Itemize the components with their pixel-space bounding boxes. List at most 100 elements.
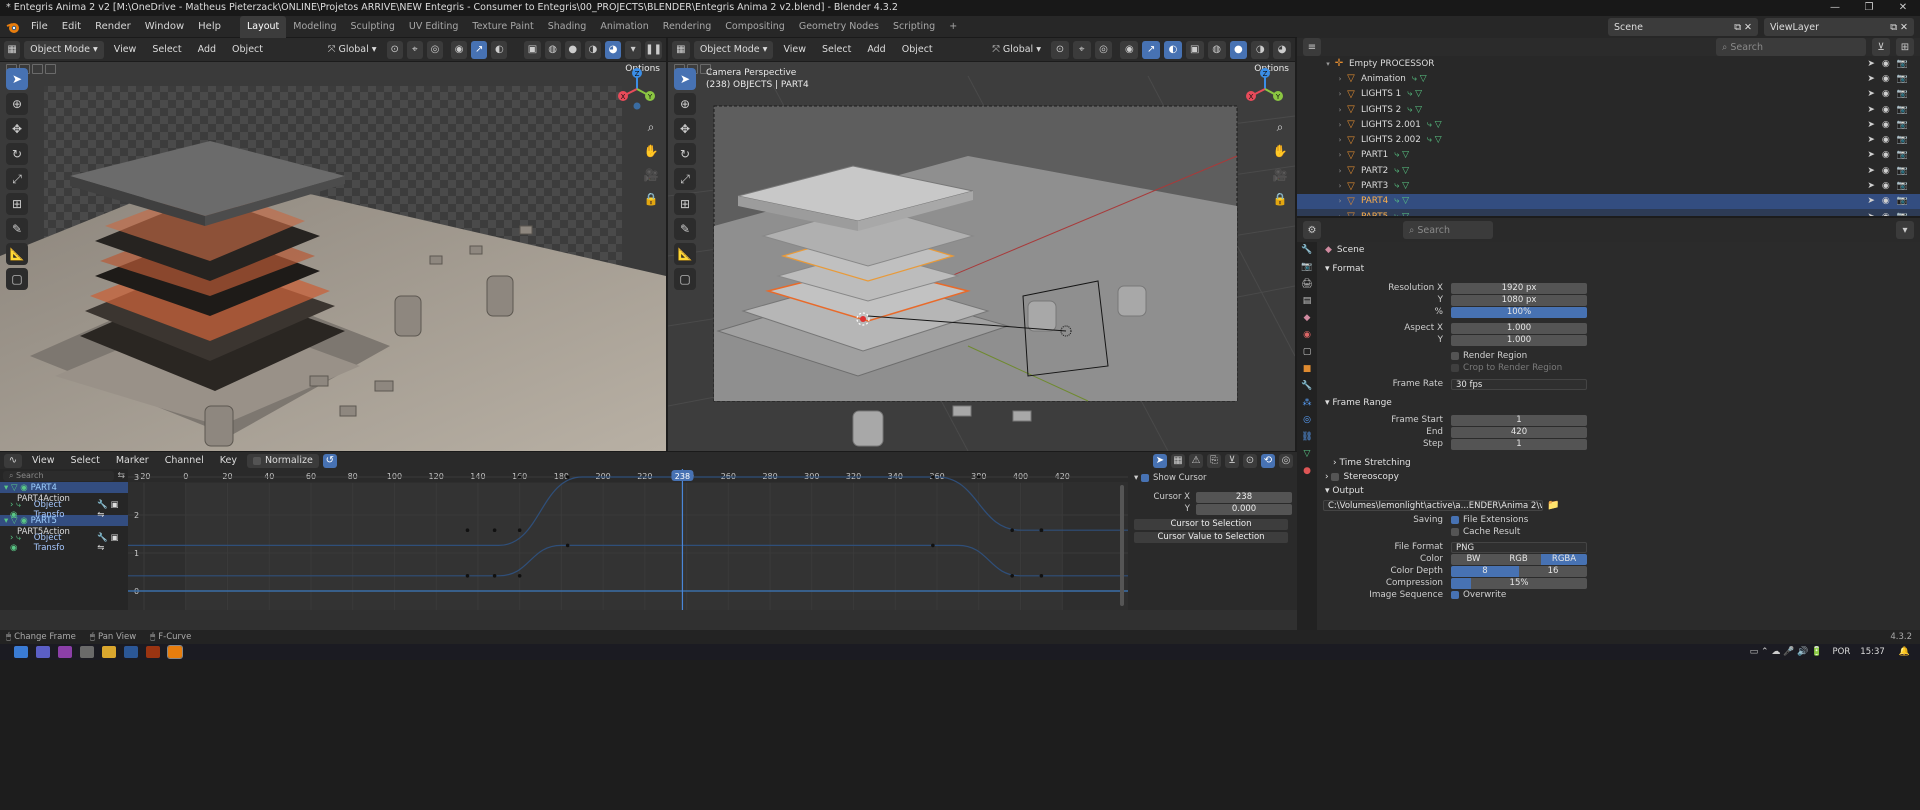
render-camera-icon[interactable]: 📷	[1897, 120, 1908, 130]
channel-row[interactable]: › ⤷ ◉ Object Transfo 🔧 ▣ ⇋	[0, 533, 128, 553]
xray-icon[interactable]: ▣	[1185, 40, 1204, 59]
cursor-x-field[interactable]: 238	[1196, 491, 1292, 503]
menu-add[interactable]: Add	[192, 41, 222, 59]
viewport-left[interactable]: ▦ Object Mode ▾ View Select Add Object ⤧…	[0, 38, 666, 451]
render-camera-icon[interactable]: 📷	[1897, 181, 1908, 191]
view-layer-tab-icon[interactable]: ▤	[1297, 293, 1317, 310]
object-tab-icon[interactable]: ■	[1297, 361, 1317, 378]
select-toggle-icon[interactable]: ➤	[1867, 74, 1875, 84]
shading-material-icon[interactable]: ◑	[1251, 40, 1270, 59]
color-depth-16-button[interactable]: 16	[1519, 565, 1587, 577]
menu-file[interactable]: File	[24, 16, 55, 38]
visibility-eye-icon[interactable]: ◉	[1882, 59, 1890, 69]
ge-menu-select[interactable]: Select	[65, 452, 106, 470]
render-region-checkbox[interactable]	[1451, 352, 1459, 360]
viewport-right[interactable]: ▦ Object Mode ▾ View Select Add Object ⤧…	[668, 38, 1295, 451]
shading-solid-icon[interactable]: ●	[1229, 40, 1248, 59]
menu-view[interactable]: View	[777, 41, 812, 59]
mesh-data-icon[interactable]: ⤷ ▽	[1394, 181, 1409, 191]
compression-slider[interactable]: 15%	[1451, 577, 1587, 589]
editor-type-icon[interactable]: ▦	[672, 40, 690, 59]
output-tab-icon[interactable]: 🖨	[1297, 276, 1317, 293]
editor-type-icon[interactable]: ▦	[4, 40, 21, 59]
zoom-icon[interactable]: ⌕	[1269, 116, 1291, 138]
normalize-refresh-icon[interactable]: ↺	[322, 453, 337, 468]
expand-arrow-icon[interactable]: ›	[1335, 106, 1345, 114]
clock[interactable]: 15:37	[1860, 647, 1885, 657]
channel-modifier-icons[interactable]: 🔧 ▣ ⇋	[97, 500, 128, 520]
constraints-tab-icon[interactable]: ⛓	[1297, 429, 1317, 446]
add-workspace-button[interactable]: +	[942, 16, 964, 38]
shading-wireframe-icon[interactable]: ◍	[1207, 40, 1226, 59]
blender-logo-icon[interactable]	[6, 20, 20, 34]
mesh-data-icon[interactable]: ⤷ ▽	[1407, 105, 1422, 115]
frame-range-panel-header[interactable]: ▾ Frame Range	[1319, 396, 1917, 410]
maximize-button[interactable]: ❐	[1852, 0, 1886, 16]
outliner-row[interactable]: › ▽ LIGHTS 1 ⤷ ▽ ➤ ◉ 📷	[1297, 87, 1920, 102]
world-tab-icon[interactable]: ◉	[1297, 327, 1317, 344]
snap-icon[interactable]: ⌖	[1072, 40, 1091, 59]
menu-object[interactable]: Object	[226, 41, 269, 59]
expand-arrow-icon[interactable]: ›	[1335, 90, 1345, 98]
outliner-row[interactable]: › ▽ Animation ⤷ ▽ ➤ ◉ 📷	[1297, 71, 1920, 86]
shading-rendered-icon[interactable]: ◕	[604, 40, 622, 59]
shading-material-icon[interactable]: ◑	[584, 40, 601, 59]
select-intersect-icon[interactable]	[45, 64, 56, 74]
channel-icons[interactable]: ▾ ▽ ◉	[4, 516, 28, 526]
annotate-tool-icon[interactable]: ✎	[6, 218, 28, 240]
menu-edit[interactable]: Edit	[55, 16, 88, 38]
render-camera-icon[interactable]: 📷	[1897, 196, 1908, 206]
file-extensions-checkbox[interactable]	[1451, 516, 1459, 524]
menu-select[interactable]: Select	[146, 41, 187, 59]
outliner-row[interactable]: ▾ ✛ Empty PROCESSOR ➤ ◉ 📷	[1297, 56, 1920, 71]
select-toggle-icon[interactable]: ➤	[1867, 135, 1875, 145]
start-icon[interactable]	[14, 646, 28, 658]
mesh-data-icon[interactable]: ⤷ ▽	[1394, 196, 1409, 206]
tab-sculpting[interactable]: Sculpting	[343, 16, 401, 38]
mesh-data-icon[interactable]: ⤷ ▽	[1407, 89, 1422, 99]
channel-row[interactable]: › ⤷ ◉ Object Transfo 🔧 ▣ ⇋	[0, 500, 128, 520]
swap-icon[interactable]: ⇆	[117, 471, 125, 481]
visibility-eye-icon[interactable]: ◉	[1882, 105, 1890, 115]
render-camera-icon[interactable]: 📷	[1897, 89, 1908, 99]
tab-texture-paint[interactable]: Texture Paint	[465, 16, 540, 38]
select-toggle-icon[interactable]: ➤	[1867, 196, 1875, 206]
auto-snap-icon[interactable]: ⟲	[1261, 453, 1275, 468]
visibility-eye-icon[interactable]: ◉	[1882, 166, 1890, 176]
tab-geometry-nodes[interactable]: Geometry Nodes	[792, 16, 886, 38]
channel-icons[interactable]: ▾ ▽ ◉	[4, 483, 28, 493]
teams-icon[interactable]	[36, 646, 50, 658]
options-icon[interactable]: ▾	[1896, 221, 1914, 239]
gizmo-toggle-icon[interactable]: ↗	[471, 40, 488, 59]
blender-taskbar-icon[interactable]	[167, 645, 183, 659]
properties-search-input[interactable]: ⌕ Search	[1403, 221, 1493, 239]
app-icon[interactable]	[58, 646, 72, 658]
cursor-tool-icon[interactable]: ⊕	[674, 93, 696, 115]
select-toggle-icon[interactable]: ➤	[1867, 59, 1875, 69]
only-selected-icon[interactable]: ➤	[1153, 453, 1167, 468]
visibility-icon[interactable]: ◉	[451, 40, 468, 59]
crop-region-checkbox[interactable]	[1451, 364, 1459, 372]
proportional-icon[interactable]: ◎	[1279, 453, 1293, 468]
color-rgba-button[interactable]: RGBA	[1541, 553, 1587, 565]
tab-compositing[interactable]: Compositing	[718, 16, 792, 38]
tab-uv-editing[interactable]: UV Editing	[402, 16, 466, 38]
explorer-icon[interactable]	[102, 646, 116, 658]
add-cube-tool-icon[interactable]: ▢	[6, 268, 28, 290]
pivot-icon[interactable]: ⊙	[1243, 453, 1257, 468]
tab-rendering[interactable]: Rendering	[656, 16, 719, 38]
select-toggle-icon[interactable]: ➤	[1867, 89, 1875, 99]
new-collection-icon[interactable]: ⊞	[1896, 38, 1914, 56]
render-camera-icon[interactable]: 📷	[1897, 166, 1908, 176]
frame-step-field[interactable]: 1	[1451, 438, 1587, 450]
overwrite-checkbox[interactable]	[1451, 591, 1459, 599]
expand-arrow-icon[interactable]: ›	[1335, 151, 1345, 159]
lock-icon[interactable]: 🔒	[1269, 188, 1291, 210]
select-box-tool-icon[interactable]: ➤	[674, 68, 696, 90]
frame-end-field[interactable]: 420	[1451, 426, 1587, 438]
notifications-icon[interactable]: 🔔	[1899, 647, 1910, 657]
menu-object[interactable]: Object	[896, 41, 939, 59]
tab-animation[interactable]: Animation	[593, 16, 655, 38]
pause-render-icon[interactable]: ❚❚	[645, 40, 662, 59]
expand-arrow-icon[interactable]: ›	[1335, 182, 1345, 190]
